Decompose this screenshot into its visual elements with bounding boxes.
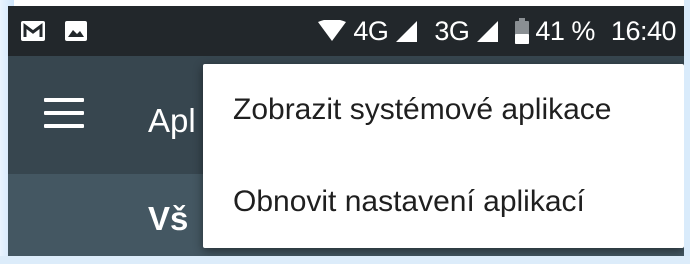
menu-item-reset-app-preferences[interactable]: Obnovit nastavení aplikací [203, 156, 684, 248]
phone-screen: 4G 3G 41 % 16:40 Apl Vš Zobrazit systémo… [8, 6, 684, 256]
system-status-icons: 4G 3G 41 % 16:40 [317, 12, 677, 50]
background-bottom-edge [0, 256, 690, 264]
status-bar: 4G 3G 41 % 16:40 [8, 6, 684, 56]
image-icon [64, 20, 88, 42]
wifi-icon [317, 20, 347, 42]
clock: 16:40 [610, 15, 677, 46]
battery-icon [515, 18, 530, 44]
gmail-icon [20, 20, 46, 42]
background-right-edge [684, 0, 690, 264]
hamburger-menu-icon[interactable] [44, 98, 84, 128]
network-4g-label: 4G [353, 15, 389, 46]
signal-3g-icon [475, 19, 499, 43]
toolbar-title: Apl [148, 102, 196, 139]
network-3g-label: 3G [434, 15, 470, 46]
signal-4g-icon [394, 19, 418, 43]
section-title[interactable]: Vš [148, 200, 188, 238]
notification-icons [20, 20, 88, 42]
battery-percent: 41 % [535, 15, 595, 46]
overflow-menu: Zobrazit systémové aplikace Obnovit nast… [203, 64, 684, 248]
menu-item-show-system-apps[interactable]: Zobrazit systémové aplikace [203, 64, 684, 156]
